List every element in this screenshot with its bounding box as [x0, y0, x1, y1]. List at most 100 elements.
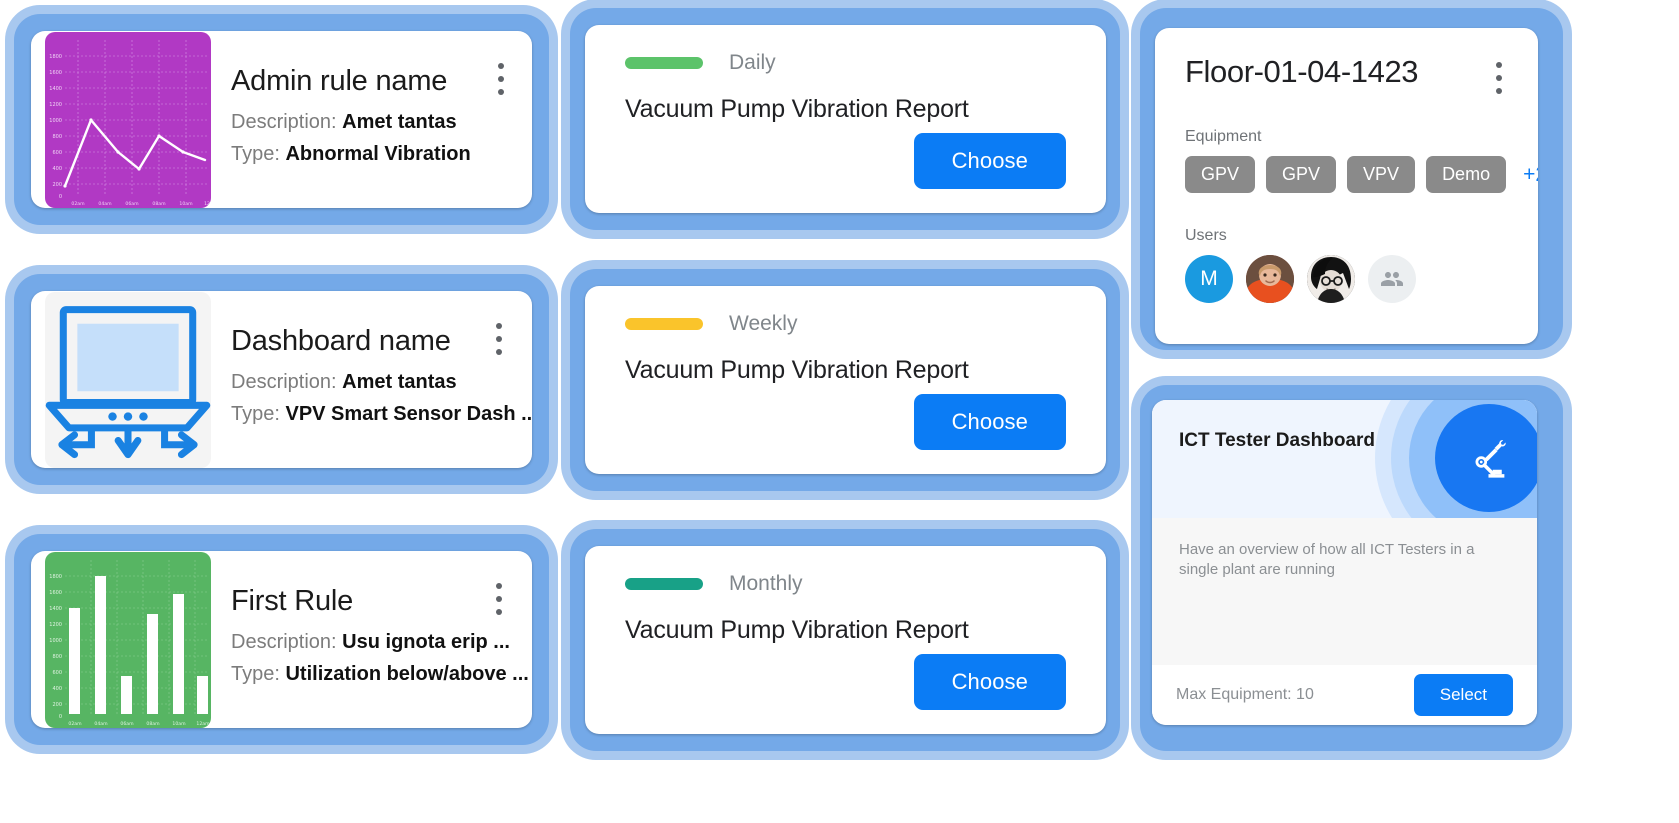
ict-footer: Max Equipment: 10 Select: [1152, 665, 1537, 725]
floor-card[interactable]: Floor-01-04-1423 Equipment GPV GPV VPV D…: [1155, 28, 1538, 344]
ict-hero: ICT Tester Dashboard: [1152, 400, 1537, 518]
rule-card-first-rule[interactable]: 1800 1600 1400 1200 1000 800 600 400 200 0 02…: [31, 551, 532, 728]
report-title: Vacuum Pump Vibration Report: [625, 356, 969, 384]
rule-description: Description: Amet tantas: [231, 371, 518, 394]
choose-button[interactable]: Choose: [913, 654, 1066, 710]
frequency-pill: [625, 318, 703, 330]
report-header: Monthly: [625, 572, 1066, 596]
dashboard-stage: 1800 1600 1400 1200 1000 800 600 400 200 0 02…: [0, 0, 1679, 823]
rule-title: Dashboard name: [231, 324, 451, 357]
report-header: Weekly: [625, 312, 1066, 336]
choose-button[interactable]: Choose: [913, 133, 1066, 189]
svg-text:12: 12: [204, 201, 210, 207]
avatar[interactable]: [1246, 255, 1294, 303]
max-equipment-label: Max Equipment: 10: [1176, 686, 1314, 703]
rule-type-label: Type:: [231, 402, 280, 425]
floor-title: Floor-01-04-1423: [1185, 54, 1419, 89]
ict-body: Have an overview of how all ICT Testers …: [1152, 518, 1537, 665]
svg-text:1800: 1800: [49, 574, 62, 580]
svg-text:800: 800: [52, 654, 62, 660]
svg-text:1400: 1400: [49, 86, 62, 92]
dashboard-thumbnail: [45, 291, 211, 468]
svg-text:0: 0: [59, 194, 62, 200]
avatar[interactable]: M: [1185, 255, 1233, 303]
choose-button[interactable]: Choose: [913, 394, 1066, 450]
svg-text:400: 400: [52, 686, 62, 692]
rule-description-label: Description:: [231, 630, 337, 653]
report-footer: Choose: [625, 394, 1066, 450]
equipment-chip[interactable]: GPV: [1266, 156, 1337, 193]
rule-description-label: Description:: [231, 370, 337, 393]
admin-rule-body: Admin rule name Description: Amet tantas…: [211, 65, 518, 175]
monitor-icon: [45, 305, 211, 458]
svg-text:04am: 04am: [98, 201, 112, 207]
svg-text:600: 600: [52, 150, 62, 156]
report-card-monthly[interactable]: Monthly Vacuum Pump Vibration Report Cho…: [585, 546, 1106, 734]
first-rule-body: First Rule Description: Usu ignota erip …: [211, 585, 529, 695]
rule-card-admin-rule[interactable]: 1800 1600 1400 1200 1000 800 600 400 200 0 02…: [31, 31, 532, 208]
report-footer: Choose: [625, 654, 1066, 710]
frequency-pill: [625, 57, 703, 69]
more-options-icon[interactable]: [486, 319, 512, 359]
rule-description-value: Usu ignota erip ...: [342, 630, 510, 653]
equipment-chip[interactable]: Demo: [1426, 156, 1507, 193]
avatar-group-overflow[interactable]: [1368, 255, 1416, 303]
avatar[interactable]: [1307, 255, 1355, 303]
svg-text:08am: 08am: [146, 721, 160, 727]
svg-text:1000: 1000: [49, 638, 62, 644]
svg-text:1600: 1600: [49, 70, 62, 76]
report-frequency: Weekly: [729, 312, 798, 335]
avatar-initial: M: [1200, 267, 1218, 290]
more-options-icon[interactable]: [488, 59, 514, 99]
user-photo-2-icon: [1307, 255, 1355, 303]
group-icon: [1381, 272, 1403, 286]
report-header: Daily: [625, 51, 1066, 75]
user-photo-1-icon: [1246, 255, 1294, 303]
report-frequency: Daily: [729, 51, 776, 74]
equipment-chip[interactable]: VPV: [1347, 156, 1416, 193]
rule-type: Type: Abnormal Vibration: [231, 143, 518, 166]
report-title: Vacuum Pump Vibration Report: [625, 616, 969, 644]
ict-description: Have an overview of how all ICT Testers …: [1179, 541, 1475, 579]
svg-text:1800: 1800: [49, 54, 62, 60]
svg-text:04am: 04am: [94, 721, 108, 727]
svg-text:0: 0: [59, 714, 62, 720]
svg-text:06am: 06am: [125, 201, 139, 207]
svg-text:10am: 10am: [179, 201, 193, 207]
equipment-chip-list: GPV GPV VPV Demo +2: [1185, 156, 1538, 193]
frequency-pill: [625, 578, 703, 590]
more-options-icon[interactable]: [1486, 58, 1512, 98]
rule-type-label: Type:: [231, 142, 280, 165]
equipment-label: Equipment: [1185, 128, 1262, 145]
svg-text:06am: 06am: [120, 721, 134, 727]
dashboard-body: Dashboard name Description: Amet tantas …: [211, 324, 532, 435]
more-options-icon[interactable]: [486, 579, 512, 619]
equipment-chip[interactable]: GPV: [1185, 156, 1256, 193]
svg-text:800: 800: [52, 134, 62, 140]
select-button[interactable]: Select: [1413, 674, 1513, 716]
report-frequency: Monthly: [729, 572, 803, 595]
report-card-weekly[interactable]: Weekly Vacuum Pump Vibration Report Choo…: [585, 286, 1106, 474]
svg-text:02am: 02am: [68, 721, 82, 727]
report-card-daily[interactable]: Daily Vacuum Pump Vibration Report Choos…: [585, 25, 1106, 213]
users-label: Users: [1185, 227, 1227, 244]
report-footer: Choose: [625, 133, 1066, 189]
svg-text:600: 600: [52, 670, 62, 676]
svg-text:1400: 1400: [49, 606, 62, 612]
ict-tester-dashboard-card[interactable]: ICT Tester Dashboard Have an overview of…: [1152, 400, 1537, 725]
rule-type-label: Type:: [231, 662, 280, 685]
rule-type: Type: Utilization below/above ...: [231, 662, 529, 686]
ring-core: [1435, 404, 1537, 512]
rule-card-dashboard[interactable]: Dashboard name Description: Amet tantas …: [31, 291, 532, 468]
rule-type-value: VPV Smart Sensor Dash ...: [285, 402, 532, 425]
rule-description-label: Description:: [231, 110, 337, 133]
svg-text:1600: 1600: [49, 590, 62, 596]
svg-text:1200: 1200: [49, 102, 62, 108]
svg-text:10am: 10am: [172, 721, 186, 727]
user-avatar-list: M: [1185, 255, 1508, 303]
equipment-more-count[interactable]: +2: [1523, 163, 1538, 187]
admin-rule-thumbnail: 1800 1600 1400 1200 1000 800 600 400 200 0 02…: [45, 31, 211, 208]
rule-description-value: Amet tantas: [342, 110, 457, 133]
svg-text:12am: 12am: [196, 721, 210, 727]
svg-text:400: 400: [52, 166, 62, 172]
